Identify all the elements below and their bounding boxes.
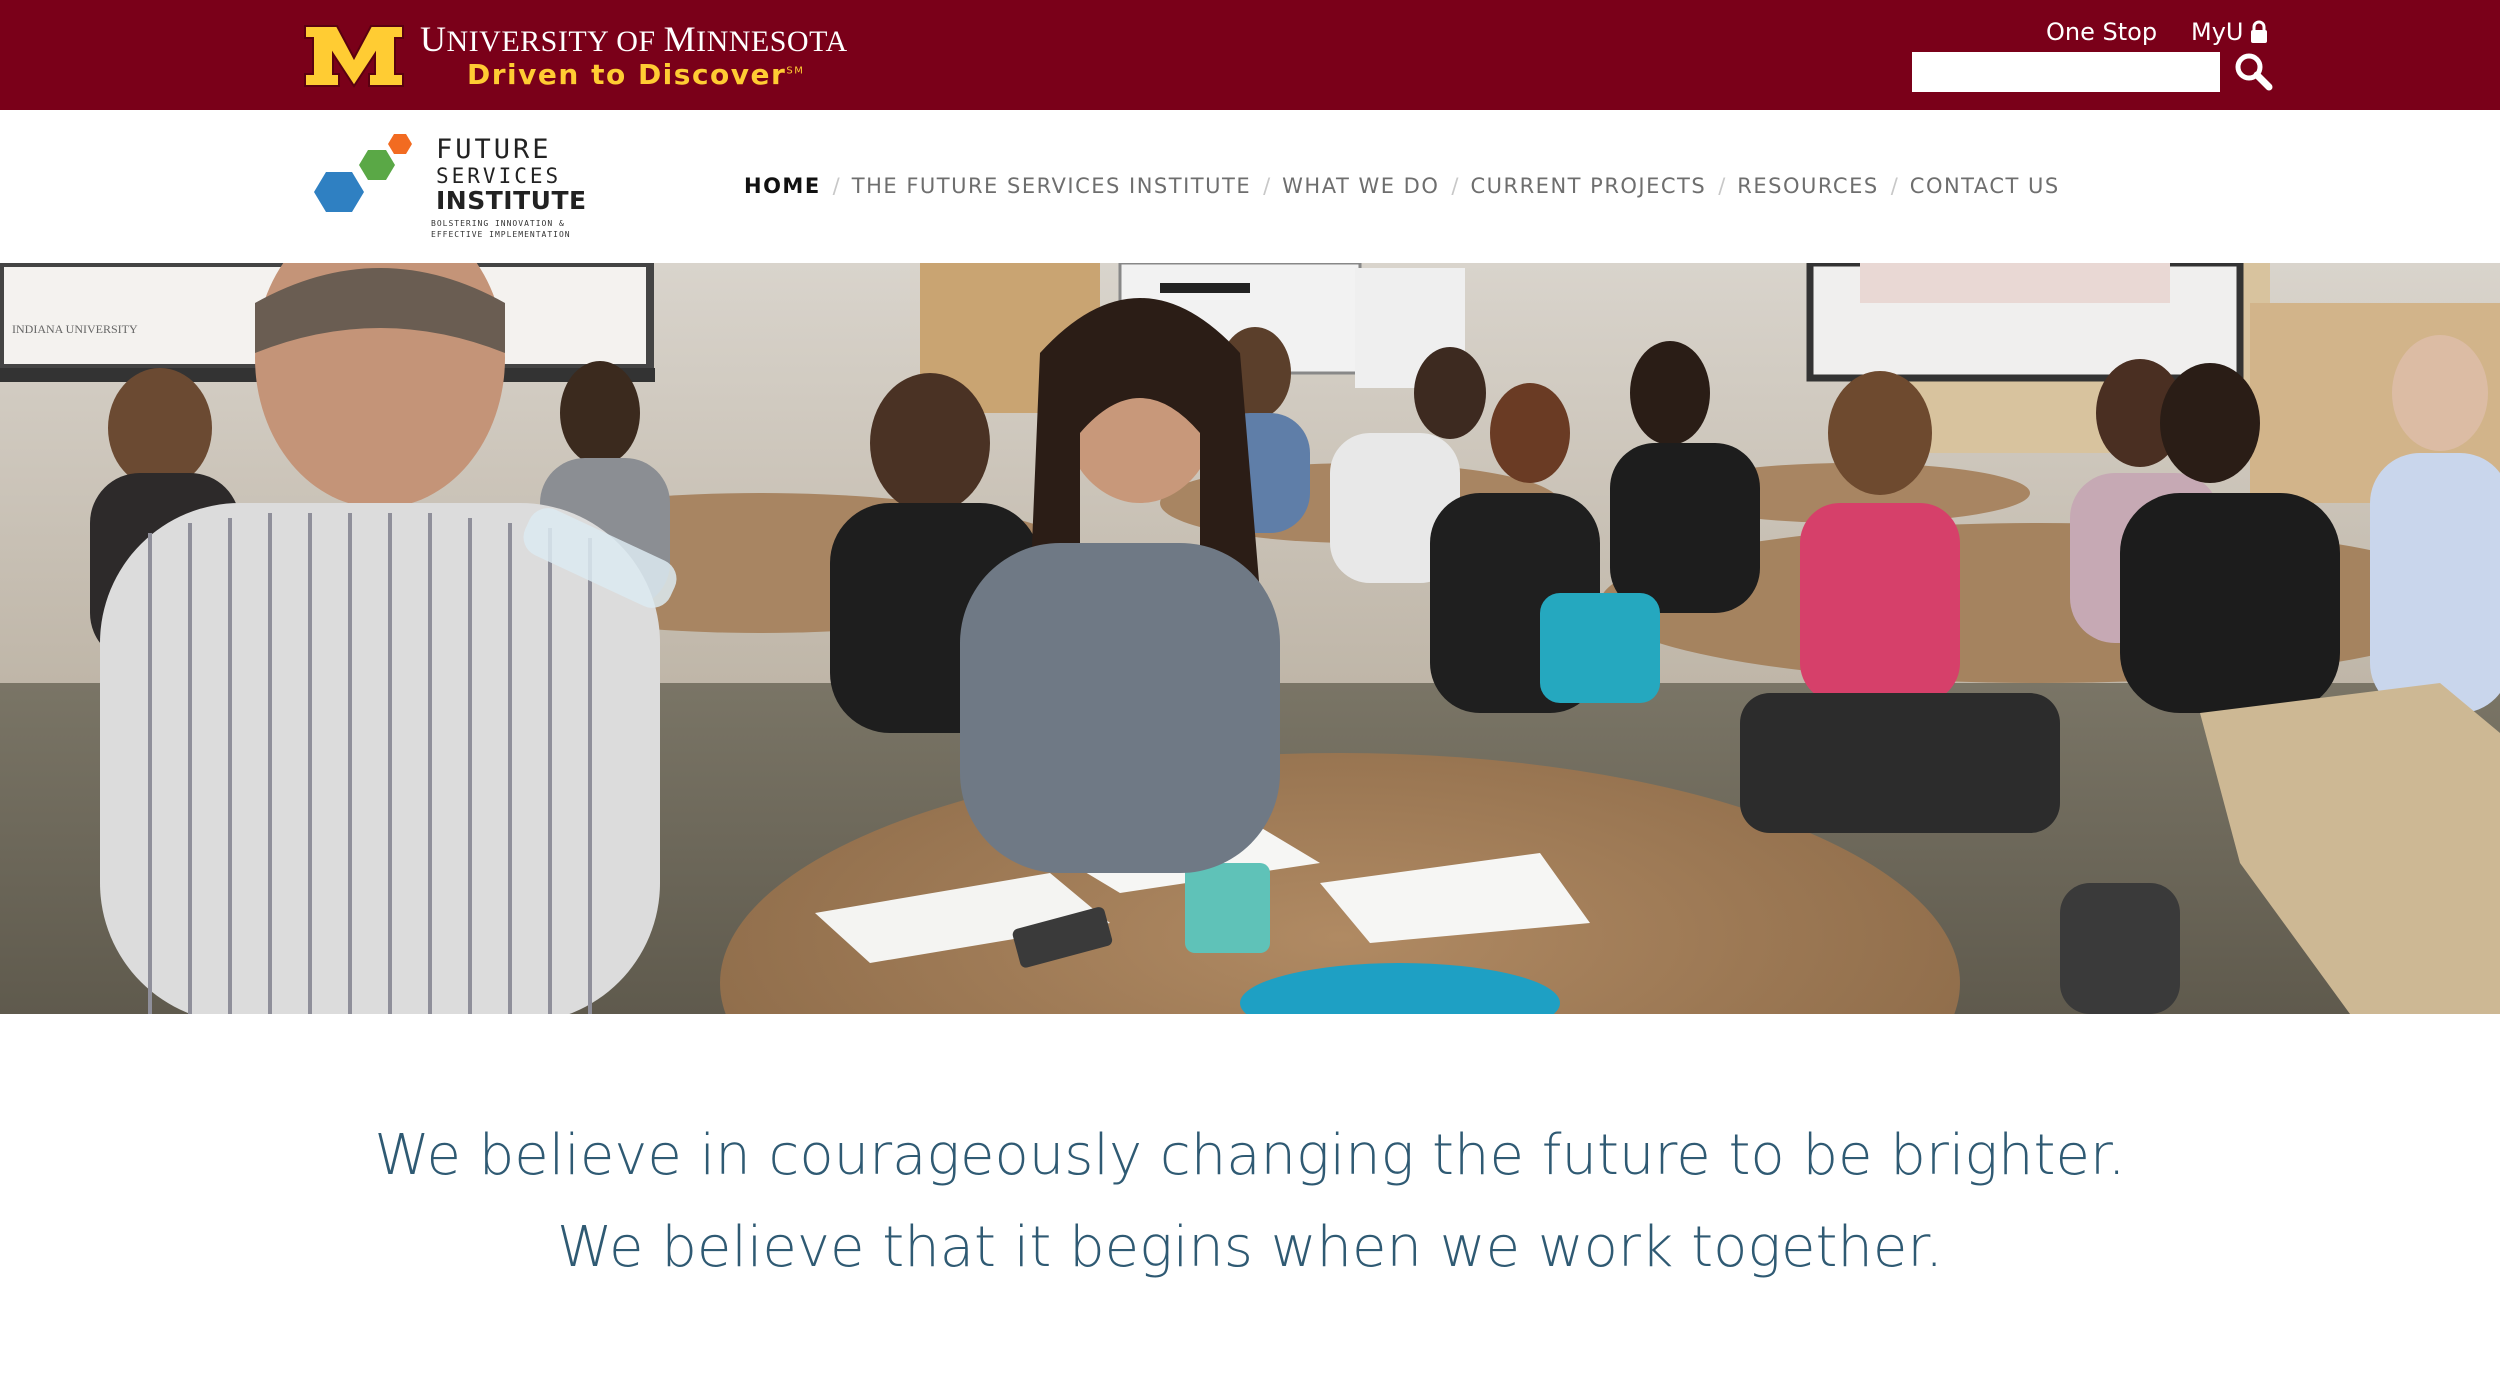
fsi-logo-tagline: BOLSTERING INNOVATION & EFFECTIVE IMPLEM… — [431, 219, 571, 239]
mission-line-2: We believe that it begins when we work t… — [556, 1215, 1944, 1280]
nav-home[interactable]: HOME — [744, 174, 821, 198]
umn-header-bar: UNIVERSITY OF MINNESOTA Driven to Discov… — [0, 0, 2500, 110]
nav-separator: / — [1263, 174, 1271, 198]
screen-caption: INDIANA UNIVERSITY — [12, 322, 138, 336]
mission-statement: We believe in courageously changing the … — [0, 1110, 2500, 1294]
fsi-logo[interactable]: FUTURE SERVICES INSTITUTE BOLSTERING INN… — [312, 130, 587, 244]
nav-separator: / — [1718, 174, 1726, 198]
fsi-hexagon-logo-icon — [314, 134, 412, 212]
nav-the-future-services-institute[interactable]: THE FUTURE SERVICES INSTITUTE — [852, 174, 1251, 198]
workshop-photo: INDIANA UNIVERSITY — [0, 263, 2500, 1014]
nav-resources[interactable]: RESOURCES — [1737, 174, 1878, 198]
nav-what-we-do[interactable]: WHAT WE DO — [1282, 174, 1439, 198]
search-button[interactable] — [2232, 50, 2274, 92]
nav-contact-us[interactable]: CONTACT US — [1910, 174, 2060, 198]
fsi-logo-line1: FUTURE — [436, 134, 552, 165]
myu-link[interactable]: MyU — [2191, 18, 2243, 46]
nav-separator: / — [1890, 174, 1898, 198]
fsi-logo-line2: SERVICES — [436, 164, 562, 188]
search-input[interactable] — [1912, 52, 2220, 92]
main-nav: HOME / THE FUTURE SERVICES INSTITUTE / W… — [744, 170, 2060, 202]
search-icon — [2235, 53, 2273, 91]
fsi-logo-line3: INSTITUTE — [436, 186, 587, 215]
umn-m-icon — [304, 25, 404, 88]
university-name[interactable]: UNIVERSITY OF MINNESOTA — [420, 18, 848, 60]
lock-icon — [2251, 20, 2267, 43]
one-stop-link[interactable]: One Stop — [2046, 18, 2157, 46]
mission-line-1: We believe in courageously changing the … — [374, 1123, 2126, 1188]
nav-current-projects[interactable]: CURRENT PROJECTS — [1470, 174, 1706, 198]
nav-separator: / — [1451, 174, 1459, 198]
nav-separator: / — [832, 174, 840, 198]
hero-photo: INDIANA UNIVERSITY — [0, 263, 2500, 1014]
umn-tagline: Driven to DiscoverSM — [467, 58, 805, 91]
